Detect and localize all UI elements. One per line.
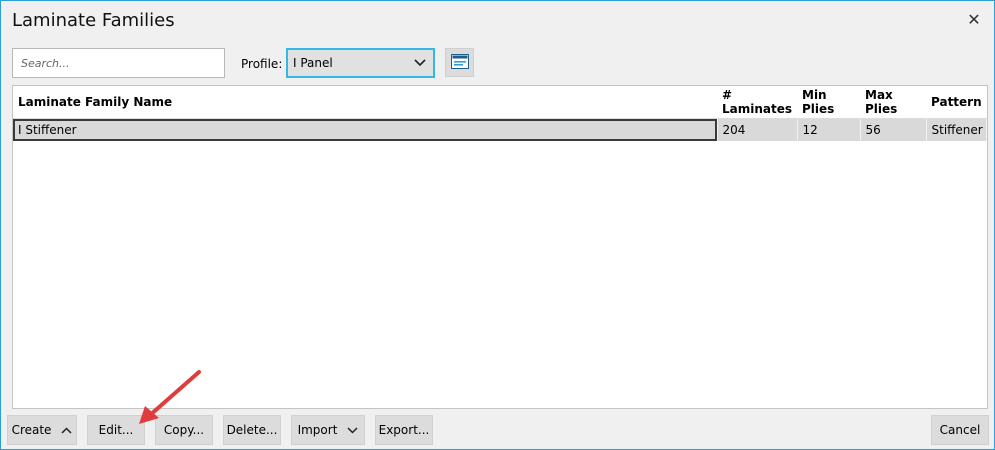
delete-button[interactable]: Delete... <box>223 415 281 445</box>
column-header-name[interactable]: Laminate Family Name <box>13 86 717 119</box>
profile-value: I Panel <box>293 56 333 70</box>
cell-pattern[interactable]: Stiffener <box>926 118 987 141</box>
laminate-families-dialog: Laminate Families ✕ Profile: I Panel L <box>0 0 995 450</box>
cancel-button[interactable]: Cancel <box>931 415 989 445</box>
chevron-down-icon <box>407 59 433 67</box>
export-button-label: Export... <box>378 423 430 437</box>
profile-dropdown[interactable]: I Panel <box>286 48 435 78</box>
create-button-label: Create <box>11 423 52 437</box>
cell-laminates[interactable]: 204 <box>717 118 798 141</box>
laminate-family-grid[interactable]: Laminate Family Name # Laminates Min Pli… <box>12 85 988 409</box>
close-icon[interactable]: ✕ <box>964 9 984 29</box>
panel-view-button[interactable] <box>445 48 474 77</box>
search-input[interactable] <box>12 48 225 78</box>
delete-button-label: Delete... <box>226 423 278 437</box>
column-header-laminates[interactable]: # Laminates <box>717 86 797 119</box>
cancel-button-label: Cancel <box>939 423 981 437</box>
profile-label: Profile: <box>241 57 283 71</box>
panel-view-icon <box>450 53 469 72</box>
export-button[interactable]: Export... <box>375 415 433 445</box>
edit-button-label: Edit... <box>98 423 134 437</box>
table-header-row: Laminate Family Name # Laminates Min Pli… <box>13 86 987 119</box>
cell-max-plies[interactable]: 56 <box>860 118 927 141</box>
cell-name[interactable]: I Stiffener <box>13 118 718 141</box>
cell-min-plies[interactable]: 12 <box>797 118 861 141</box>
chevron-up-icon <box>61 426 72 434</box>
column-header-max-plies[interactable]: Max Plies <box>860 86 926 119</box>
column-header-min-plies[interactable]: Min Plies <box>797 86 860 119</box>
table-row[interactable]: I Stiffener 204 12 56 Stiffener <box>13 118 987 141</box>
dialog-title: Laminate Families <box>12 10 175 31</box>
import-button-label: Import <box>297 423 338 437</box>
column-header-pattern[interactable]: Pattern <box>926 86 987 119</box>
chevron-down-icon <box>347 426 358 434</box>
annotation-arrow-icon <box>139 370 201 424</box>
create-button[interactable]: Create <box>7 415 77 445</box>
import-button[interactable]: Import <box>291 415 365 445</box>
